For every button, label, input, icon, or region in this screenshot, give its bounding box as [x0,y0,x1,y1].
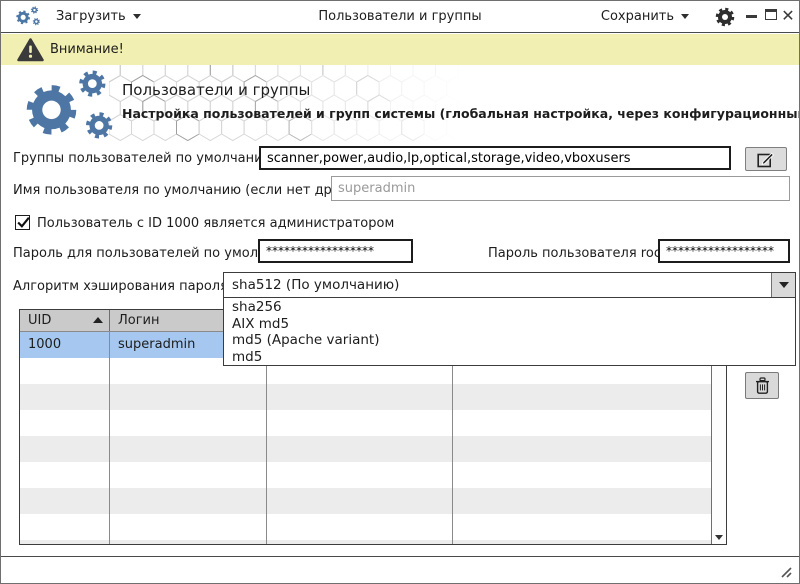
default-groups-input[interactable] [259,146,731,170]
chevron-down-icon [133,14,141,19]
app-window: Загрузить Пользователи и группы Сохранит… [0,0,800,584]
dropdown-option-sha256[interactable]: sha256 [224,299,795,316]
scrollbar-down-button[interactable] [712,530,726,544]
settings-gear-icon[interactable] [715,7,735,27]
close-button[interactable]: ✕ [779,1,797,33]
load-menu-label: Загрузить [56,9,126,24]
hash-algorithm-label: Алгоритм хэширования пароля: [13,279,232,294]
sort-ascending-icon [93,317,103,323]
load-menu-button[interactable]: Загрузить [56,1,141,33]
delete-user-button[interactable] [745,372,779,399]
title-bar: Загрузить Пользователи и группы Сохранит… [1,1,799,33]
table-row-empty [20,410,711,436]
edit-groups-button[interactable] [745,147,787,171]
column-header-login-label: Логин [118,313,160,328]
root-password-input[interactable] [658,239,790,263]
status-bar [1,556,799,584]
app-gears-icon [14,6,42,27]
table-row-partial [20,540,711,544]
hash-algorithm-dropdown-list: sha256 AIX md5 md5 (Apache variant) md5 [223,298,796,366]
edit-pencil-icon [757,151,775,168]
table-row-empty [20,488,711,514]
cell-uid: 1000 [20,332,110,358]
resize-grip[interactable] [778,564,792,578]
chevron-down-icon [681,14,689,19]
default-groups-label: Группы пользователей по умолчанию: [13,151,278,166]
default-password-input[interactable] [258,239,413,263]
table-row-empty [20,462,711,488]
hexagon-pattern-fade [109,65,473,143]
warning-banner: Внимание! [1,34,799,65]
default-username-label: Имя пользователя по умолчанию (если нет … [13,183,372,198]
minimize-button[interactable] [746,15,757,18]
app-logo-gears [17,70,121,140]
admin-checkbox[interactable] [15,215,30,230]
page-subtitle: Настройка пользователей и групп системы … [122,106,800,121]
warning-triangle-icon [17,38,44,62]
combobox-dropdown-button[interactable] [771,273,795,297]
checkmark-icon [16,215,31,230]
column-header-uid-label: UID [28,313,51,328]
table-row-empty [20,384,711,410]
dropdown-option-md5[interactable]: md5 [224,349,795,366]
table-row-empty [20,436,711,462]
default-username-input[interactable] [331,176,790,201]
root-password-label: Пароль пользователя root: [488,246,671,261]
page-title: Пользователи и группы [122,81,310,99]
trash-icon [755,377,770,395]
hexagon-pattern-background [109,65,473,143]
combobox-selected-value: sha512 (По умолчанию) [232,273,399,297]
save-menu-button[interactable]: Сохранить [601,1,689,33]
warning-text: Внимание! [50,34,124,65]
table-row-empty [20,514,711,540]
chevron-down-icon [715,535,723,540]
column-header-uid[interactable]: UID [20,310,110,331]
chevron-down-icon [779,282,789,288]
save-menu-label: Сохранить [601,9,674,24]
hash-algorithm-combobox[interactable]: sha512 (По умолчанию) [223,272,796,298]
maximize-button[interactable] [765,9,777,20]
dropdown-option-md5-apache[interactable]: md5 (Apache variant) [224,332,795,349]
dropdown-option-aix-md5[interactable]: AIX md5 [224,316,795,333]
admin-checkbox-label: Пользователь с ID 1000 является админист… [37,216,394,231]
